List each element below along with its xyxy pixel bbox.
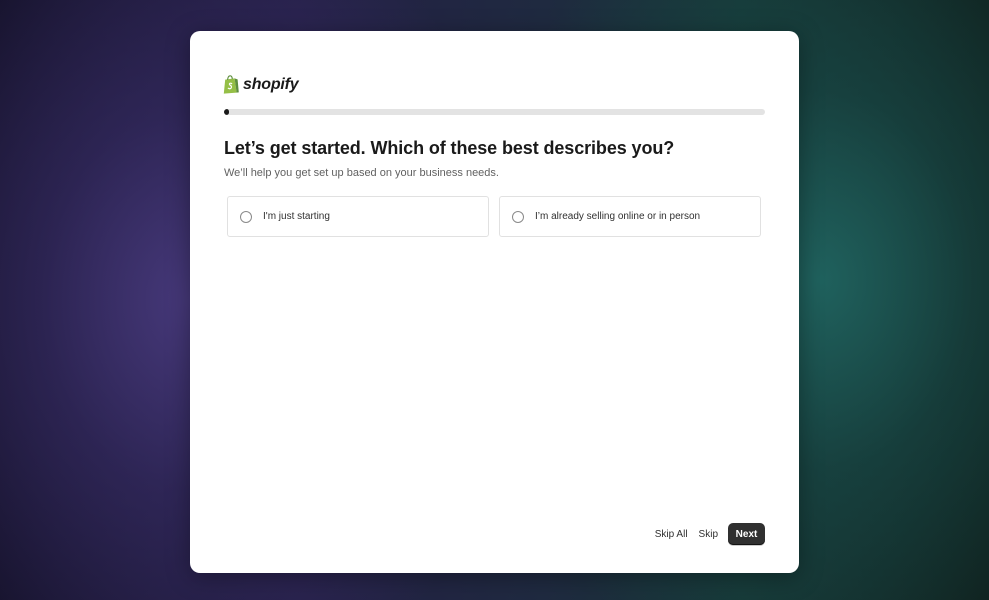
- shopify-bag-icon: [223, 75, 240, 94]
- skip-all-button[interactable]: Skip All: [655, 529, 688, 540]
- page-subtitle: We’ll help you get set up based on your …: [224, 167, 499, 179]
- progress-bar: [224, 109, 765, 115]
- radio-button-icon[interactable]: [240, 210, 252, 223]
- footer-actions: Skip All Skip Next: [655, 523, 765, 545]
- radio-button-icon[interactable]: [512, 210, 524, 223]
- skip-button[interactable]: Skip: [699, 529, 718, 540]
- page-title: Let’s get started. Which of these best d…: [224, 138, 675, 158]
- progress-bar-fill: [224, 109, 230, 115]
- onboarding-card: shopify Let’s get started. Which of thes…: [190, 31, 799, 573]
- next-button[interactable]: Next: [728, 523, 765, 545]
- option-already-selling[interactable]: I’m already selling online or in person: [499, 196, 761, 237]
- shopify-wordmark: shopify: [243, 75, 299, 93]
- option-label: I'm just starting: [263, 211, 330, 222]
- shopify-logo: shopify: [223, 75, 299, 94]
- option-just-starting[interactable]: I'm just starting: [227, 196, 489, 237]
- option-label: I’m already selling online or in person: [535, 211, 701, 222]
